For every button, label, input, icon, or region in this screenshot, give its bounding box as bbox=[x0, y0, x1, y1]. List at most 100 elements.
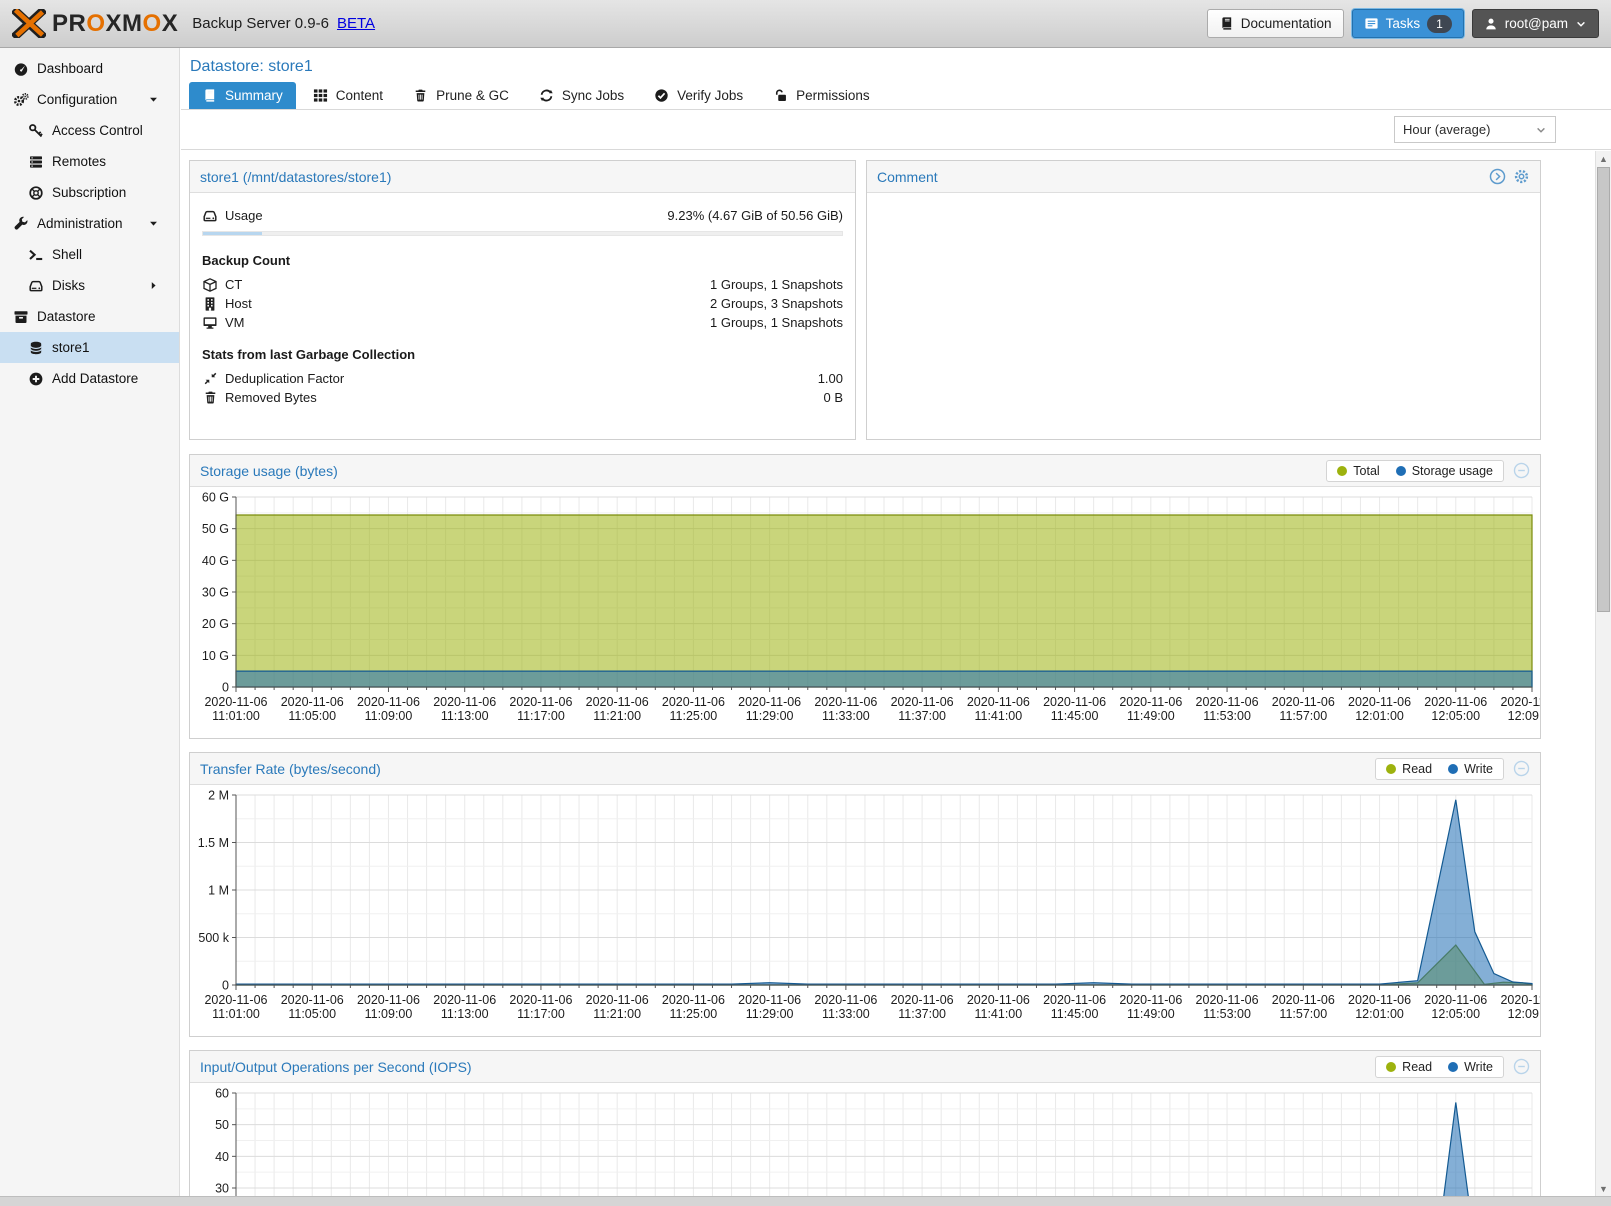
sidebar-item-disks[interactable]: Disks bbox=[0, 270, 179, 301]
building-icon bbox=[202, 296, 218, 312]
svg-text:2020-11-06: 2020-11-06 bbox=[586, 695, 649, 709]
sidebar-item-label: Access Control bbox=[52, 123, 143, 138]
tab-label: Content bbox=[336, 88, 383, 103]
svg-text:2020-11-06: 2020-11-06 bbox=[1119, 695, 1182, 709]
tab-content[interactable]: Content bbox=[300, 82, 396, 109]
gc-stats-title: Stats from last Garbage Collection bbox=[202, 347, 843, 362]
series-total bbox=[236, 515, 1532, 687]
tasks-button[interactable]: Tasks 1 bbox=[1352, 9, 1464, 38]
user-menu-button[interactable]: root@pam bbox=[1472, 9, 1599, 38]
scrollbar-down-arrow-icon[interactable]: ▼ bbox=[1596, 1181, 1611, 1196]
svg-text:11:17:00: 11:17:00 bbox=[517, 709, 565, 723]
chart-toolbar: Hour (average) bbox=[181, 110, 1611, 150]
sidebar-item-shell[interactable]: Shell bbox=[0, 239, 179, 270]
sidebar-item-administration[interactable]: Administration bbox=[0, 208, 179, 239]
svg-text:0: 0 bbox=[222, 979, 229, 993]
book-icon bbox=[202, 88, 217, 103]
caret-down-icon[interactable] bbox=[145, 218, 162, 229]
archive-icon bbox=[12, 309, 29, 325]
transfer-rate-bytes-second-chart: 0500 k1 M1.5 M2 M2020-11-0611:01:002020-… bbox=[190, 785, 1540, 1031]
sidebar-item-datastore[interactable]: Datastore bbox=[0, 301, 179, 332]
scrollbar-up-arrow-icon[interactable]: ▲ bbox=[1596, 151, 1611, 166]
svg-text:11:41:00: 11:41:00 bbox=[974, 709, 1022, 723]
sidebar-item-subscription[interactable]: Subscription bbox=[0, 177, 179, 208]
sidebar-item-dashboard[interactable]: Dashboard bbox=[0, 53, 179, 84]
svg-text:2020-11-06: 2020-11-06 bbox=[1348, 993, 1411, 1007]
svg-text:12:09:00: 12:09:00 bbox=[1508, 709, 1540, 723]
legend-item-read[interactable]: Read bbox=[1386, 762, 1432, 776]
sidebar-item-configuration[interactable]: Configuration bbox=[0, 84, 179, 115]
svg-text:11:37:00: 11:37:00 bbox=[898, 1007, 946, 1021]
stat-value: 0 B bbox=[823, 390, 843, 405]
chevron-down-icon bbox=[1535, 124, 1547, 136]
minus-circle-icon[interactable] bbox=[1513, 760, 1530, 777]
scrollbar-thumb[interactable] bbox=[1597, 167, 1610, 612]
svg-text:1 M: 1 M bbox=[208, 884, 229, 898]
svg-text:2020-11-06: 2020-11-06 bbox=[1424, 993, 1487, 1007]
book-icon bbox=[1219, 16, 1234, 31]
vertical-scrollbar[interactable]: ▲ ▼ bbox=[1595, 151, 1611, 1196]
gear-icon[interactable] bbox=[1513, 168, 1530, 185]
svg-text:11:57:00: 11:57:00 bbox=[1279, 1007, 1327, 1021]
minus-circle-icon[interactable] bbox=[1513, 462, 1530, 479]
legend-item-write[interactable]: Write bbox=[1448, 762, 1493, 776]
tasks-icon bbox=[1364, 16, 1379, 31]
svg-text:40: 40 bbox=[215, 1150, 229, 1164]
svg-text:30: 30 bbox=[215, 1182, 229, 1196]
svg-text:11:37:00: 11:37:00 bbox=[898, 709, 946, 723]
tab-permissions[interactable]: Permissions bbox=[760, 82, 883, 109]
beta-link[interactable]: BETA bbox=[337, 15, 375, 32]
storage-usage-bytes-chart: 010 G20 G30 G40 G50 G60 G2020-11-0611:01… bbox=[190, 487, 1540, 733]
stat-value: 1 Groups, 1 Snapshots bbox=[710, 315, 843, 330]
legend-dot bbox=[1386, 1062, 1396, 1072]
key-icon bbox=[27, 123, 44, 139]
usage-value: 9.23% (4.67 GiB of 50.56 GiB) bbox=[667, 208, 843, 223]
svg-text:2020-11-06: 2020-11-06 bbox=[433, 993, 496, 1007]
transfer-rate-bytes-second-panel: Transfer Rate (bytes/second)ReadWrite050… bbox=[189, 752, 1541, 1037]
legend-item-storage-usage[interactable]: Storage usage bbox=[1396, 464, 1493, 478]
svg-text:12:05:00: 12:05:00 bbox=[1431, 709, 1480, 723]
tab-sync-jobs[interactable]: Sync Jobs bbox=[526, 82, 637, 109]
hdd-icon bbox=[27, 278, 44, 294]
time-range-select[interactable]: Hour (average) bbox=[1394, 116, 1556, 143]
svg-text:50 G: 50 G bbox=[202, 522, 229, 536]
svg-text:11:49:00: 11:49:00 bbox=[1127, 709, 1175, 723]
caret-right-icon[interactable] bbox=[145, 280, 162, 291]
svg-text:11:17:00: 11:17:00 bbox=[517, 1007, 565, 1021]
svg-text:11:53:00: 11:53:00 bbox=[1203, 709, 1251, 723]
svg-text:2020-11-06: 2020-11-06 bbox=[433, 695, 496, 709]
datastore-panel-title: store1 (/mnt/datastores/store1) bbox=[200, 169, 391, 185]
caret-down-icon[interactable] bbox=[145, 94, 162, 105]
terminal-icon bbox=[27, 247, 44, 263]
legend-item-total[interactable]: Total bbox=[1337, 464, 1379, 478]
tab-verify-jobs[interactable]: Verify Jobs bbox=[641, 82, 756, 109]
svg-text:2020-11-06: 2020-11-06 bbox=[1272, 993, 1335, 1007]
sidebar-item-access-control[interactable]: Access Control bbox=[0, 115, 179, 146]
sidebar-item-label: Add Datastore bbox=[52, 371, 138, 386]
sidebar-item-add-datastore[interactable]: Add Datastore bbox=[0, 363, 179, 394]
svg-text:11:01:00: 11:01:00 bbox=[212, 709, 260, 723]
svg-text:2020-11-06: 2020-11-06 bbox=[586, 993, 649, 1007]
tab-bar: Summary Content Prune & GCSync JobsVerify … bbox=[181, 74, 1611, 110]
circle-chevron-right-icon[interactable] bbox=[1489, 168, 1506, 185]
sidebar: DashboardConfiguration Access Control Remo… bbox=[0, 48, 180, 1196]
sidebar-item-label: Subscription bbox=[52, 185, 126, 200]
stat-row-vm: VM1 Groups, 1 Snapshots bbox=[202, 313, 843, 332]
legend-item-read[interactable]: Read bbox=[1386, 1060, 1432, 1074]
legend-dot bbox=[1386, 764, 1396, 774]
legend-item-write[interactable]: Write bbox=[1448, 1060, 1493, 1074]
sidebar-item-store1[interactable]: store1 bbox=[0, 332, 179, 363]
sidebar-item-remotes[interactable]: Remotes bbox=[0, 146, 179, 177]
svg-text:2020-11-06: 2020-11-06 bbox=[509, 695, 572, 709]
legend-label: Write bbox=[1464, 762, 1493, 776]
svg-text:50: 50 bbox=[215, 1118, 229, 1132]
svg-text:10 G: 10 G bbox=[202, 649, 229, 663]
minus-circle-icon[interactable] bbox=[1513, 1058, 1530, 1075]
svg-text:2020-11-06: 2020-11-06 bbox=[662, 993, 725, 1007]
tab-summary[interactable]: Summary bbox=[189, 82, 296, 109]
tab-prune-gc[interactable]: Prune & GC bbox=[400, 82, 522, 109]
svg-text:2020-11-06: 2020-11-06 bbox=[1043, 695, 1106, 709]
svg-text:11:45:00: 11:45:00 bbox=[1051, 1007, 1099, 1021]
svg-text:2020-11-06: 2020-11-06 bbox=[357, 695, 420, 709]
documentation-button[interactable]: Documentation bbox=[1207, 9, 1344, 38]
